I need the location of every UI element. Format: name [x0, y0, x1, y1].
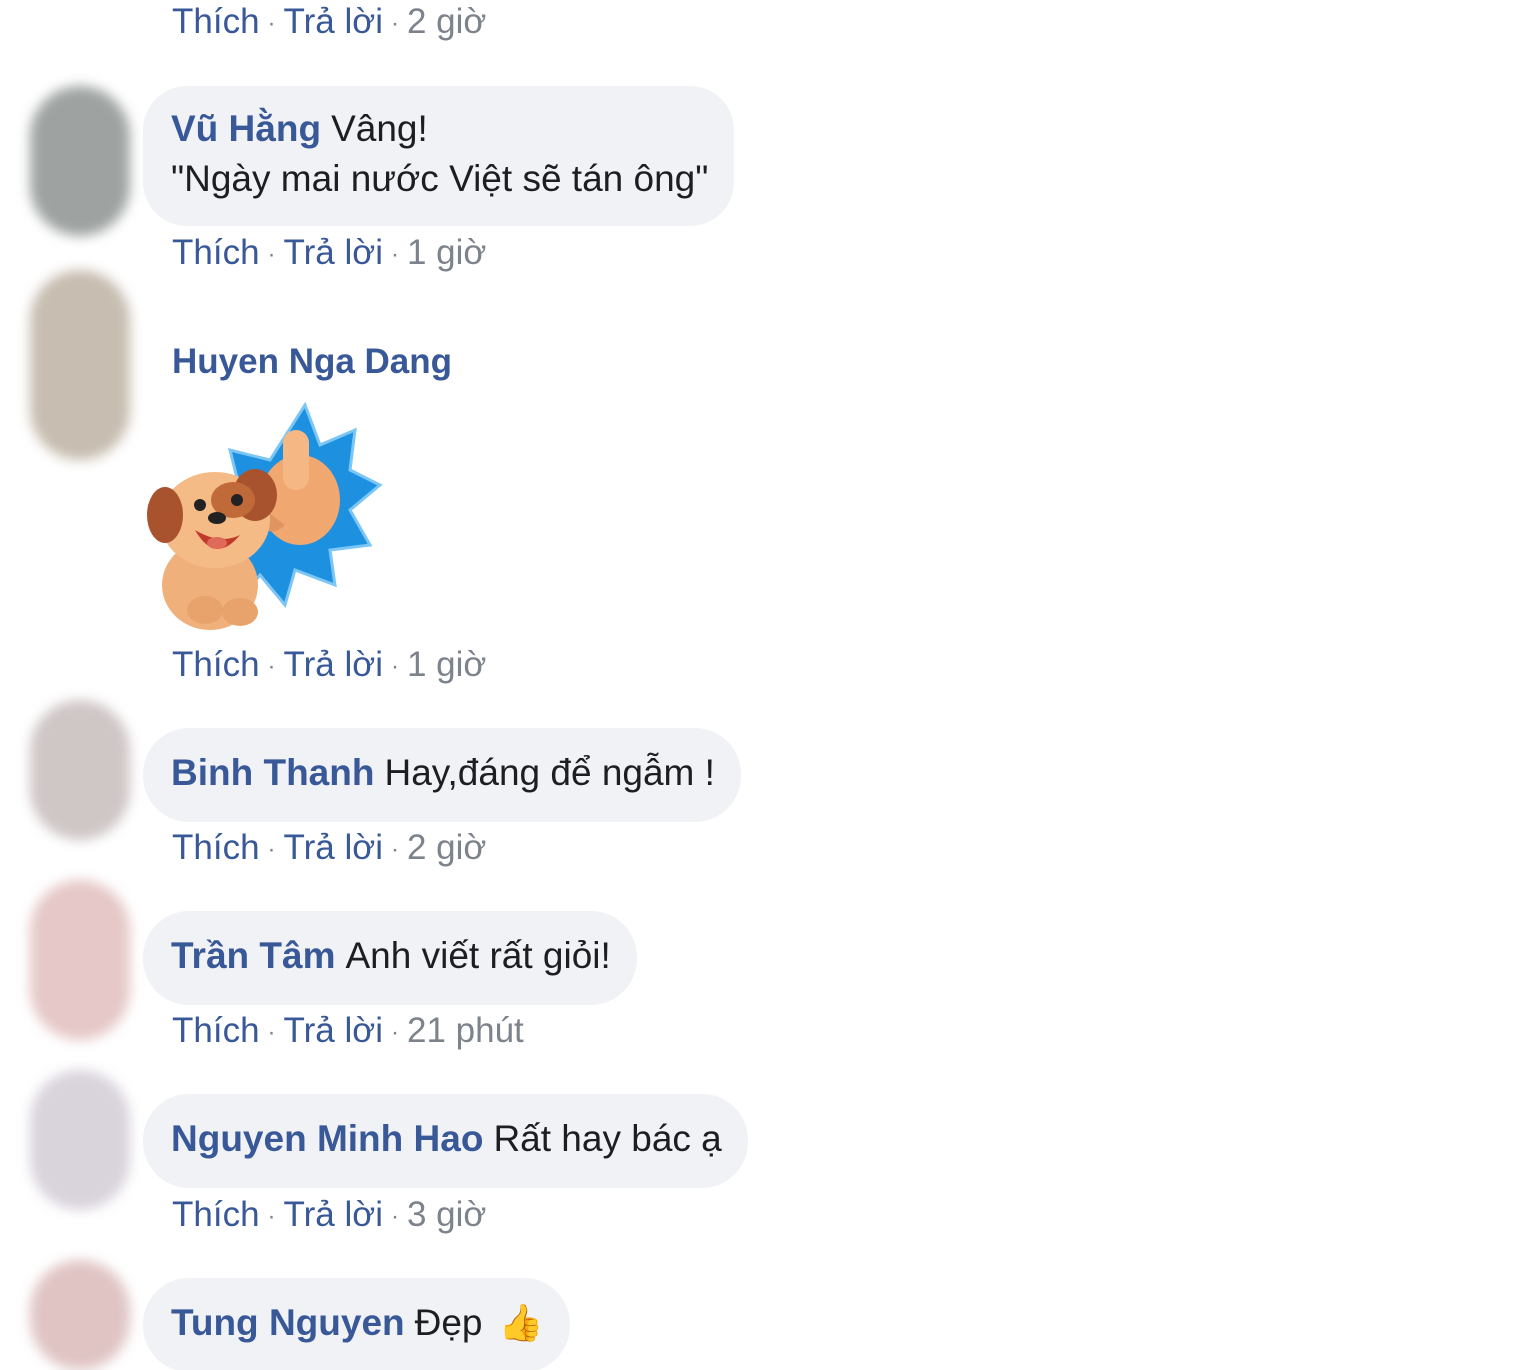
reply-link[interactable]: Trả lời	[284, 1195, 383, 1234]
comment-text: Đẹp	[414, 1302, 483, 1343]
comment-bubble: Tung Nguyen Đẹp 👍	[143, 1278, 570, 1370]
comment-text: Rất hay bác ạ	[493, 1118, 722, 1159]
avatar[interactable]	[30, 270, 130, 460]
comment-thread: Thích · Trả lời · 2 giờ Vũ Hằng Vâng! "Ngày m…	[0, 0, 1535, 1370]
separator: ·	[267, 1018, 276, 1046]
comment-time[interactable]: 2 giờ	[407, 2, 486, 41]
like-link[interactable]: Thích	[172, 1011, 260, 1050]
reply-link[interactable]: Trả lời	[284, 1011, 383, 1050]
separator: ·	[267, 240, 276, 268]
avatar[interactable]	[30, 86, 130, 236]
separator: ·	[390, 1018, 399, 1046]
comment-text: Vâng!	[331, 108, 428, 149]
comment-time[interactable]: 1 giờ	[407, 233, 486, 272]
like-link[interactable]: Thích	[172, 233, 260, 272]
avatar[interactable]	[30, 880, 130, 1040]
puppy	[147, 469, 277, 630]
like-link[interactable]: Thích	[172, 2, 260, 41]
comment-author[interactable]: Vũ Hằng	[171, 108, 321, 149]
separator: ·	[390, 835, 399, 863]
comment-actions: Thích · Trả lời · 2 giờ	[172, 2, 486, 42]
separator: ·	[267, 9, 276, 37]
avatar[interactable]	[30, 1260, 130, 1370]
comment-text: "Ngày mai nước Việt sẽ tán ông"	[171, 158, 709, 199]
like-link[interactable]: Thích	[172, 645, 260, 684]
reply-link[interactable]: Trả lời	[284, 233, 383, 272]
comment-time[interactable]: 21 phút	[407, 1011, 524, 1050]
separator: ·	[390, 240, 399, 268]
reply-link[interactable]: Trả lời	[284, 828, 383, 867]
comment-author[interactable]: Huyen Nga Dang	[172, 342, 452, 382]
comment-actions: Thích · Trả lời · 21 phút	[172, 1011, 524, 1051]
separator: ·	[390, 9, 399, 37]
reply-link[interactable]: Trả lời	[284, 645, 383, 684]
comment-time[interactable]: 1 giờ	[407, 645, 486, 684]
comment-author[interactable]: Binh Thanh	[171, 752, 374, 793]
avatar[interactable]	[30, 700, 130, 840]
comment-bubble: Trần Tâm Anh viết rất giỏi!	[143, 911, 637, 1005]
separator: ·	[267, 835, 276, 863]
separator: ·	[267, 652, 276, 680]
comment-author[interactable]: Tung Nguyen	[171, 1302, 405, 1343]
like-link[interactable]: Thích	[172, 828, 260, 867]
thumbs-up-emoji-icon: 👍	[498, 1302, 544, 1343]
separator: ·	[390, 652, 399, 680]
comment-text: Hay,đáng để ngẫm !	[384, 752, 715, 793]
thumbs-up-puppy-sticker	[147, 401, 383, 630]
comment-actions: Thích · Trả lời · 2 giờ	[172, 828, 486, 868]
comment-time[interactable]: 3 giờ	[407, 1195, 486, 1234]
comment-bubble: Binh Thanh Hay,đáng để ngẫm !	[143, 728, 741, 822]
separator: ·	[267, 1202, 276, 1230]
comment-actions: Thích · Trả lời · 3 giờ	[172, 1195, 486, 1235]
like-link[interactable]: Thích	[172, 1195, 260, 1234]
comment-text: Anh viết rất giỏi!	[345, 935, 611, 976]
avatar[interactable]	[30, 1070, 130, 1210]
comment-author[interactable]: Trần Tâm	[171, 935, 336, 976]
comment-actions: Thích · Trả lời · 1 giờ	[172, 645, 486, 685]
comment-bubble: Nguyen Minh Hao Rất hay bác ạ	[143, 1094, 748, 1188]
reply-link[interactable]: Trả lời	[284, 2, 383, 41]
comment-bubble: Vũ Hằng Vâng! "Ngày mai nước Việt sẽ tán …	[143, 86, 735, 226]
comment-author[interactable]: Nguyen Minh Hao	[171, 1118, 483, 1159]
separator: ·	[390, 1202, 399, 1230]
comment-time[interactable]: 2 giờ	[407, 828, 486, 867]
comment-actions: Thích · Trả lời · 1 giờ	[172, 233, 486, 273]
